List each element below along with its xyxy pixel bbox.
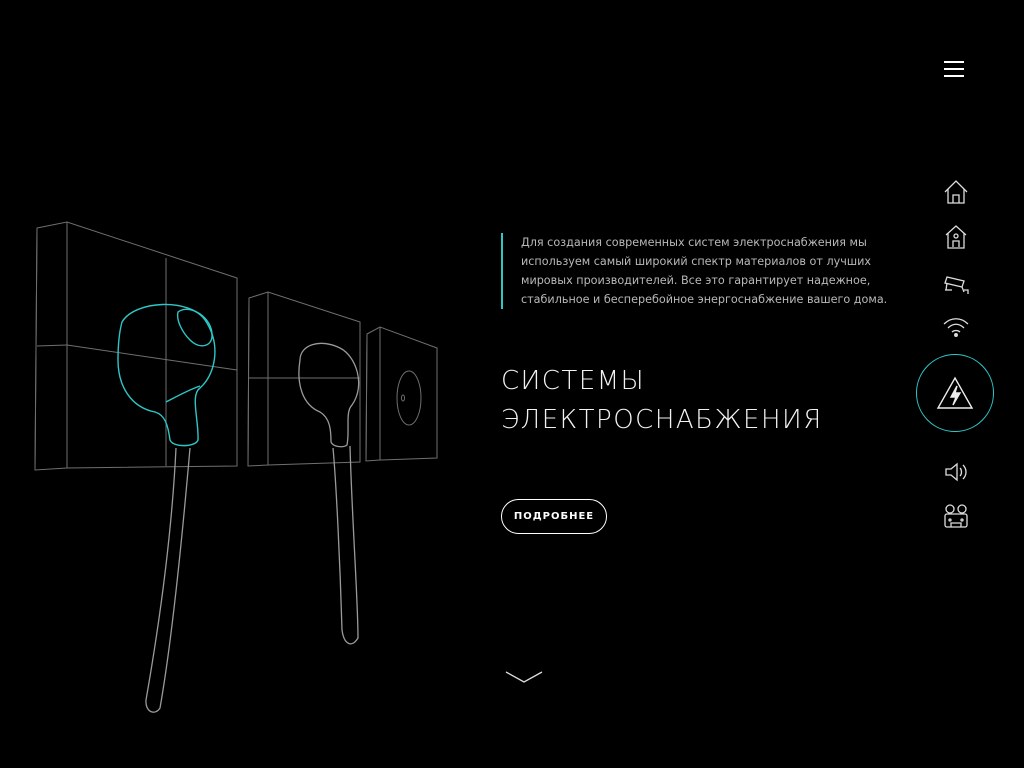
chevron-down-icon[interactable] (504, 668, 544, 688)
menu-button[interactable] (936, 58, 972, 82)
security-camera-icon (944, 276, 969, 294)
projector-icon (944, 504, 968, 528)
nav-item-cinema[interactable] (936, 496, 976, 536)
electricity-warning-icon (936, 376, 974, 409)
nav-item-home[interactable] (936, 172, 976, 212)
nav-item-wifi[interactable] (936, 307, 976, 347)
nav-item-audio[interactable] (936, 452, 976, 492)
wifi-icon (943, 318, 969, 337)
title-line-1: СИСТЕМЫ (501, 366, 646, 396)
page-title: СИСТЕМЫ ЭЛЕКТРОСНАБЖЕНИЯ (501, 362, 881, 440)
menu-bar (944, 75, 964, 77)
speaker-icon (945, 462, 967, 482)
menu-bar (944, 68, 964, 70)
nav-item-electricity[interactable] (916, 354, 994, 432)
smart-home-icon (945, 225, 967, 249)
more-button[interactable]: ПОДРОБНЕЕ (501, 499, 607, 534)
nav-item-smart-home[interactable] (936, 217, 976, 257)
title-line-2: ЭЛЕКТРОСНАБЖЕНИЯ (501, 405, 823, 435)
house-icon (944, 180, 968, 204)
menu-bar (944, 61, 964, 63)
nav-item-security-camera[interactable] (936, 262, 976, 302)
hero-description: Для создания современных систем электрос… (501, 233, 891, 309)
sockets-illustration (34, 221, 438, 713)
